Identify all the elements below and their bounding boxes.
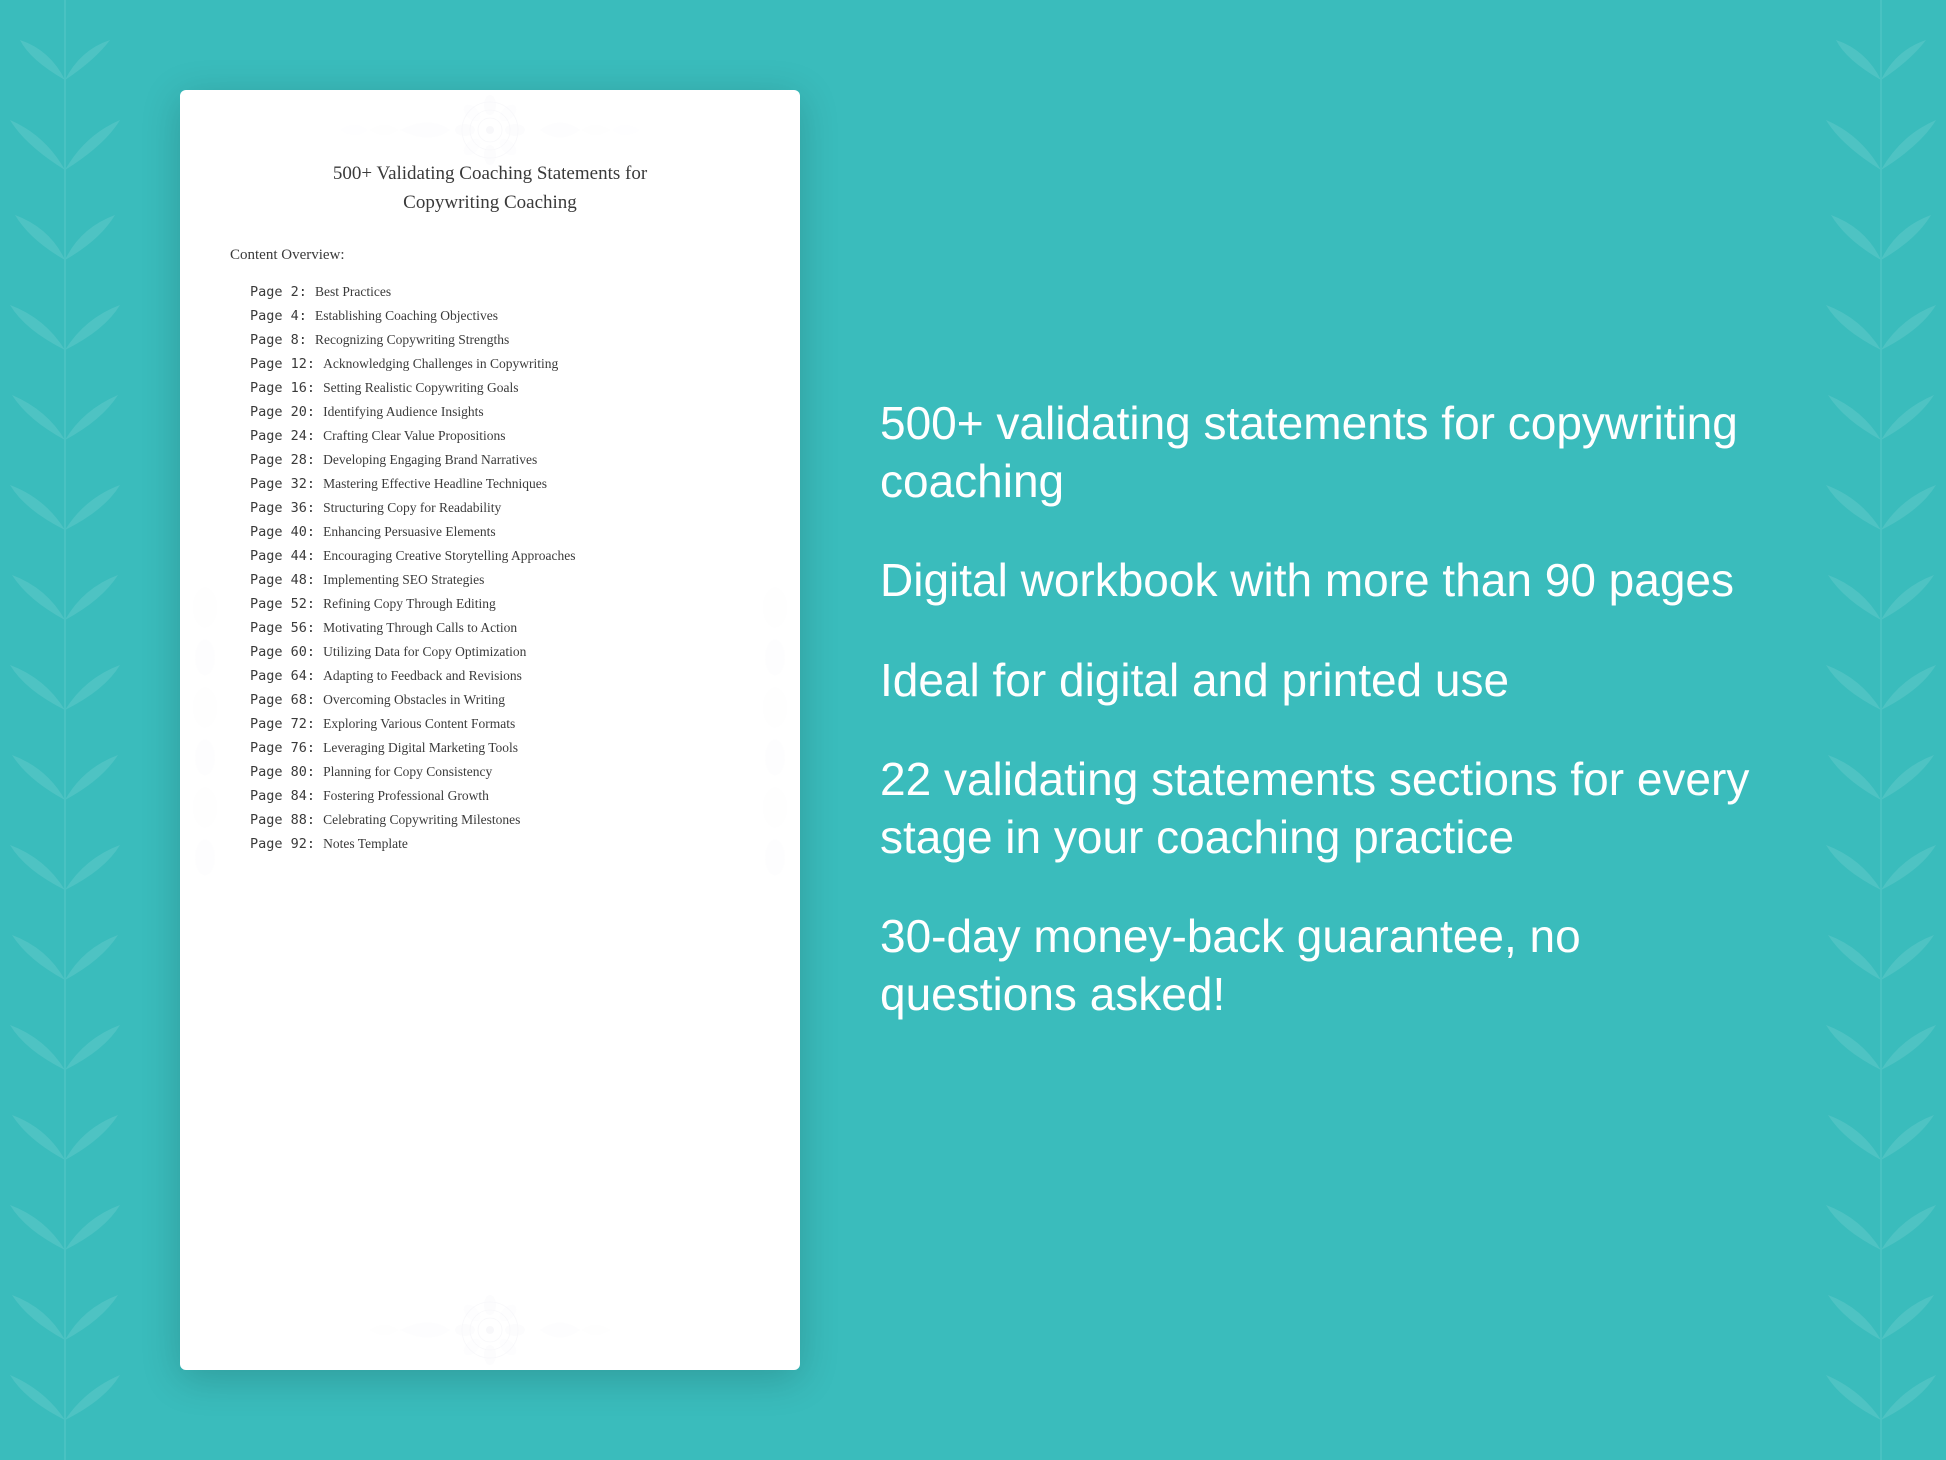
doc-decor-top bbox=[180, 90, 800, 170]
toc-item: Page 20: Identifying Audience Insights bbox=[230, 400, 750, 424]
toc-item: Page 44: Encouraging Creative Storytelli… bbox=[230, 544, 750, 568]
doc-decor-right bbox=[750, 578, 800, 883]
doc-content-overview-label: Content Overview: bbox=[230, 247, 750, 264]
toc-item: Page 88: Celebrating Copywriting Milesto… bbox=[230, 808, 750, 832]
features-panel: 500+ validating statements for copywriti… bbox=[860, 395, 1766, 1065]
feature-text-1: 500+ validating statements for copywriti… bbox=[880, 395, 1766, 510]
toc-item: Page 28: Developing Engaging Brand Narra… bbox=[230, 448, 750, 472]
toc-item: Page 80: Planning for Copy Consistency bbox=[230, 760, 750, 784]
doc-decor-bottom bbox=[180, 1290, 800, 1370]
feature-block-4: 22 validating statements sections for ev… bbox=[880, 751, 1766, 866]
toc-item: Page 92: Notes Template bbox=[230, 832, 750, 856]
toc-item: Page 48: Implementing SEO Strategies bbox=[230, 568, 750, 592]
feature-block-1: 500+ validating statements for copywriti… bbox=[880, 395, 1766, 510]
feature-text-2: Digital workbook with more than 90 pages bbox=[880, 552, 1766, 610]
toc-item: Page 60: Utilizing Data for Copy Optimiz… bbox=[230, 640, 750, 664]
doc-decor-left bbox=[180, 578, 230, 883]
toc-item: Page 64: Adapting to Feedback and Revisi… bbox=[230, 664, 750, 688]
toc-item: Page 56: Motivating Through Calls to Act… bbox=[230, 616, 750, 640]
toc-item: Page 32: Mastering Effective Headline Te… bbox=[230, 472, 750, 496]
toc-item: Page 12: Acknowledging Challenges in Cop… bbox=[230, 352, 750, 376]
toc-item: Page 4: Establishing Coaching Objectives bbox=[230, 304, 750, 328]
feature-text-3: Ideal for digital and printed use bbox=[880, 652, 1766, 710]
toc-item: Page 24: Crafting Clear Value Propositio… bbox=[230, 424, 750, 448]
feature-block-2: Digital workbook with more than 90 pages bbox=[880, 552, 1766, 610]
feature-block-5: 30-day money-back guarantee, no question… bbox=[880, 908, 1766, 1023]
main-layout: 500+ Validating Coaching Statements for … bbox=[0, 0, 1946, 1460]
doc-table-of-contents: Page 2: Best PracticesPage 4: Establishi… bbox=[230, 280, 750, 856]
feature-text-4: 22 validating statements sections for ev… bbox=[880, 751, 1766, 866]
toc-item: Page 72: Exploring Various Content Forma… bbox=[230, 712, 750, 736]
feature-text-5: 30-day money-back guarantee, no question… bbox=[880, 908, 1766, 1023]
toc-item: Page 40: Enhancing Persuasive Elements bbox=[230, 520, 750, 544]
toc-item: Page 36: Structuring Copy for Readabilit… bbox=[230, 496, 750, 520]
doc-title: 500+ Validating Coaching Statements for … bbox=[230, 160, 750, 217]
document-preview-card: 500+ Validating Coaching Statements for … bbox=[180, 90, 800, 1370]
toc-item: Page 2: Best Practices bbox=[230, 280, 750, 304]
toc-item: Page 8: Recognizing Copywriting Strength… bbox=[230, 328, 750, 352]
toc-item: Page 16: Setting Realistic Copywriting G… bbox=[230, 376, 750, 400]
toc-item: Page 52: Refining Copy Through Editing bbox=[230, 592, 750, 616]
toc-item: Page 84: Fostering Professional Growth bbox=[230, 784, 750, 808]
toc-item: Page 68: Overcoming Obstacles in Writing bbox=[230, 688, 750, 712]
feature-block-3: Ideal for digital and printed use bbox=[880, 652, 1766, 710]
toc-item: Page 76: Leveraging Digital Marketing To… bbox=[230, 736, 750, 760]
